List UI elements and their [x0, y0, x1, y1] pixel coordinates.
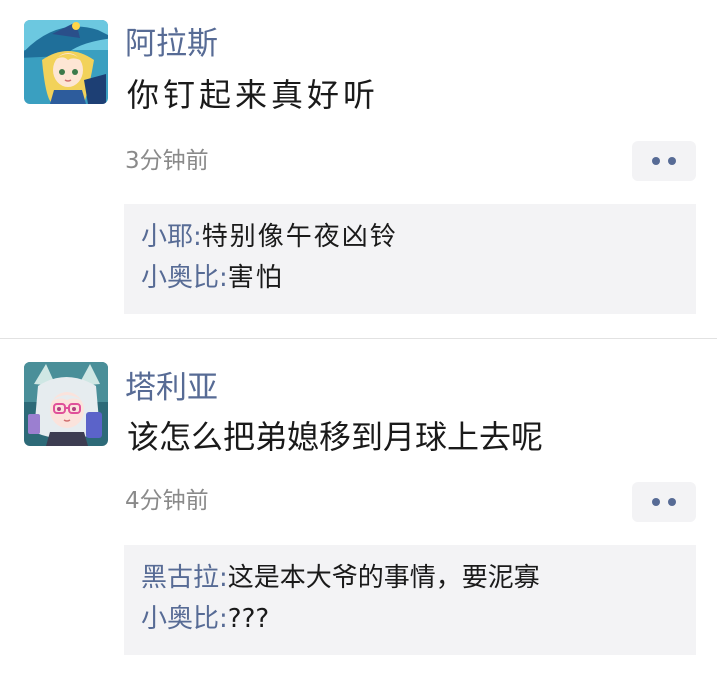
more-button[interactable]: [632, 482, 696, 522]
comment-item: 小奥比:???: [141, 600, 269, 638]
comment-colon: :: [219, 563, 228, 593]
feed-post: 阿拉斯 你钉起来真好听 3分钟前 小耶:特别像午夜凶铃 小奥比:害怕: [0, 0, 717, 338]
post-time: 3分钟前: [125, 148, 209, 174]
cat-ear-girl-avatar-icon: [24, 362, 108, 446]
more-dots-icon: [652, 498, 660, 506]
more-dots-icon: [652, 157, 660, 165]
comment-text: 特别像午夜凶铃: [201, 222, 398, 252]
more-dots-icon: [668, 157, 676, 165]
comment-item: 黑古拉:这是本大爷的事情，要泥寡: [141, 559, 540, 597]
commenter-name[interactable]: 黑古拉: [141, 563, 219, 593]
author-name[interactable]: 阿拉斯: [125, 24, 218, 64]
comment-panel: 黑古拉:这是本大爷的事情，要泥寡 小奥比:???: [124, 545, 696, 655]
comment-panel: 小耶:特别像午夜凶铃 小奥比:害怕: [124, 204, 696, 314]
commenter-name[interactable]: 小奥比: [141, 263, 219, 293]
witch-avatar-icon: [24, 20, 108, 104]
comment-item: 小奥比:害怕: [141, 259, 284, 297]
post-time: 4分钟前: [125, 488, 209, 514]
post-content: 你钉起来真好听: [127, 76, 380, 114]
comment-item: 小耶:特别像午夜凶铃: [141, 218, 398, 256]
comment-text: 害怕: [227, 263, 284, 293]
comment-colon: :: [219, 604, 228, 634]
author-avatar[interactable]: [24, 362, 108, 446]
comment-colon: :: [219, 263, 228, 293]
comment-text: 这是本大爷的事情，要泥寡: [227, 563, 540, 593]
more-dots-icon: [668, 498, 676, 506]
comment-colon: :: [193, 222, 202, 252]
more-button[interactable]: [632, 141, 696, 181]
author-name[interactable]: 塔利亚: [125, 368, 218, 408]
comment-text: ???: [227, 604, 270, 634]
feed-post: 塔利亚 该怎么把弟媳移到月球上去呢 4分钟前 黑古拉:这是本大爷的事情，要泥寡 …: [0, 339, 717, 676]
author-avatar[interactable]: [24, 20, 108, 104]
commenter-name[interactable]: 小奥比: [141, 604, 219, 634]
commenter-name[interactable]: 小耶: [141, 222, 193, 252]
post-content: 该怎么把弟媳移到月球上去呢: [127, 418, 544, 456]
